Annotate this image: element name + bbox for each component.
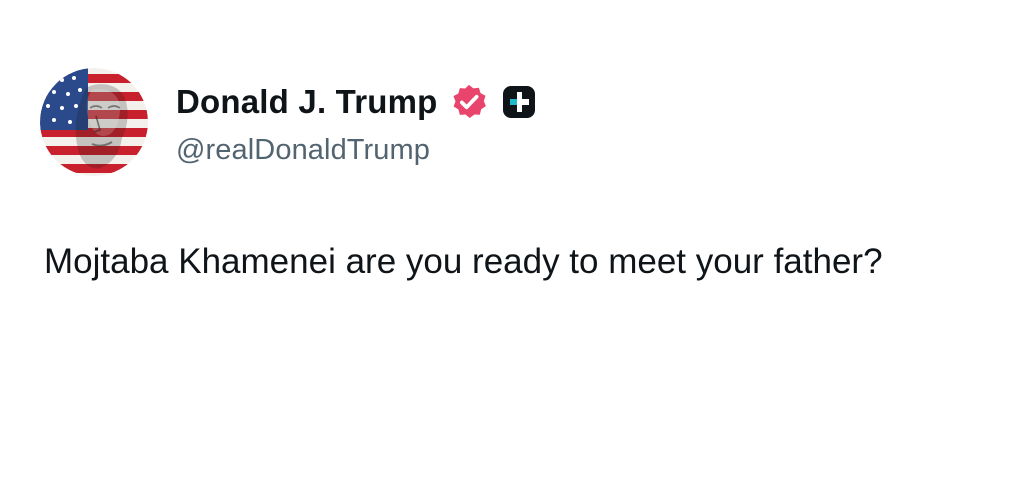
avatar-image <box>40 68 148 176</box>
post-card: Donald J. Trump @realDonaldTrump Mojtaba… <box>0 0 1024 490</box>
name-row: Donald J. Trump <box>176 78 536 126</box>
author-handle[interactable]: @realDonaldTrump <box>176 134 536 167</box>
post-header: Donald J. Trump @realDonaldTrump <box>40 68 536 176</box>
affiliate-badge-icon[interactable] <box>502 85 536 119</box>
verified-badge-icon[interactable] <box>450 83 488 121</box>
post-text: Mojtaba Khamenei are you ready to meet y… <box>44 242 883 281</box>
avatar[interactable] <box>40 68 148 176</box>
author-identity: Donald J. Trump @realDonaldTrump <box>176 78 536 167</box>
author-display-name[interactable]: Donald J. Trump <box>176 83 438 121</box>
